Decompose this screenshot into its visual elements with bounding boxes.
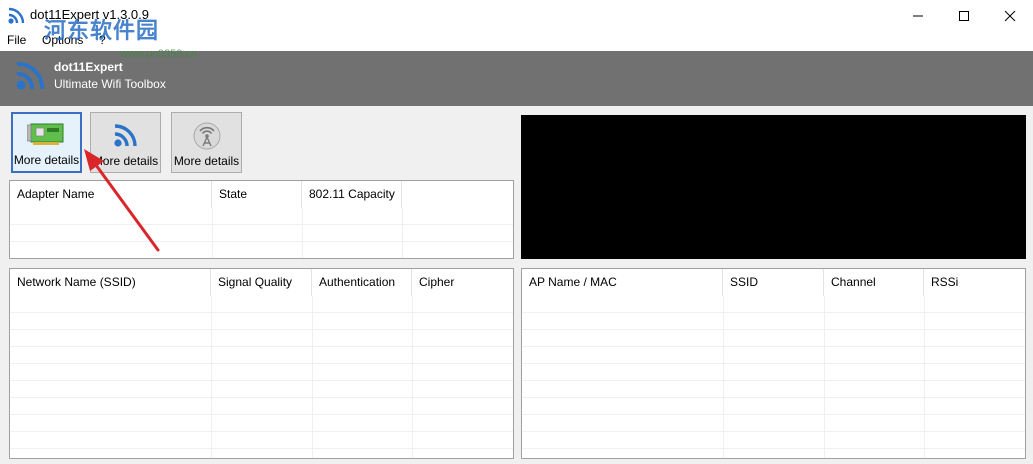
banner-wifi-icon — [16, 62, 44, 90]
adapter-rows — [10, 208, 513, 258]
ap-details-button[interactable]: More details — [171, 112, 242, 173]
adapter-details-button[interactable]: More details — [11, 112, 82, 173]
banner-title: dot11Expert — [54, 60, 123, 74]
table-row[interactable] — [10, 208, 513, 225]
table-row[interactable] — [10, 381, 513, 398]
tool-label: More details — [13, 153, 80, 167]
network-table[interactable]: Network Name (SSID) Signal Quality Authe… — [9, 268, 514, 459]
table-row[interactable] — [10, 242, 513, 258]
table-row[interactable] — [10, 225, 513, 242]
minimize-button[interactable] — [895, 0, 941, 31]
maximize-icon — [959, 10, 969, 21]
table-row[interactable] — [10, 398, 513, 415]
maximize-button[interactable] — [941, 0, 987, 31]
column-header-empty[interactable] — [402, 181, 513, 208]
ap-rows — [522, 296, 1025, 458]
table-row[interactable] — [10, 364, 513, 381]
table-row[interactable] — [10, 415, 513, 432]
watermark-url: www.pc0359.cn — [120, 48, 198, 60]
tool-label: More details — [173, 154, 240, 168]
column-header-state[interactable]: State — [212, 181, 302, 208]
column-header-authentication[interactable]: Authentication — [312, 269, 412, 296]
table-row[interactable] — [10, 296, 513, 313]
table-row[interactable] — [10, 347, 513, 364]
menu-file[interactable]: File — [7, 33, 26, 47]
table-header: Adapter Name State 802.11 Capacity — [10, 181, 513, 208]
close-button[interactable] — [987, 0, 1033, 31]
table-row[interactable] — [522, 449, 1025, 458]
table-row[interactable] — [10, 449, 513, 458]
column-header-rssi[interactable]: RSSi — [924, 269, 1025, 296]
table-row[interactable] — [522, 313, 1025, 330]
column-header-channel[interactable]: Channel — [824, 269, 924, 296]
column-header-capacity[interactable]: 802.11 Capacity — [302, 181, 402, 208]
table-row[interactable] — [522, 296, 1025, 313]
table-row[interactable] — [10, 313, 513, 330]
close-icon — [1004, 10, 1016, 21]
table-row[interactable] — [522, 398, 1025, 415]
access-point-icon — [193, 122, 220, 150]
column-header-adapter-name[interactable]: Adapter Name — [10, 181, 212, 208]
column-header-signal-quality[interactable]: Signal Quality — [211, 269, 312, 296]
adapter-table[interactable]: Adapter Name State 802.11 Capacity — [9, 180, 514, 259]
table-row[interactable] — [522, 330, 1025, 347]
table-row[interactable] — [522, 347, 1025, 364]
table-row[interactable] — [10, 330, 513, 347]
column-header-cipher[interactable]: Cipher — [412, 269, 513, 296]
table-row[interactable] — [522, 364, 1025, 381]
ap-table[interactable]: AP Name / MAC SSID Channel RSSi — [521, 268, 1026, 459]
tool-label: More details — [92, 154, 159, 168]
app-wifi-icon — [8, 7, 25, 24]
column-header-ap-name[interactable]: AP Name / MAC — [522, 269, 723, 296]
network-details-button[interactable]: More details — [90, 112, 161, 173]
table-header: Network Name (SSID) Signal Quality Authe… — [10, 269, 513, 296]
table-header: AP Name / MAC SSID Channel RSSi — [522, 269, 1025, 296]
column-header-ssid[interactable]: Network Name (SSID) — [10, 269, 211, 296]
watermark-text: 河东软件园 — [44, 19, 160, 44]
signal-graph-panel — [521, 115, 1026, 259]
minimize-icon — [913, 15, 923, 16]
column-header-ssid[interactable]: SSID — [723, 269, 824, 296]
network-card-icon — [26, 123, 63, 145]
table-row[interactable] — [522, 432, 1025, 449]
table-row[interactable] — [10, 432, 513, 449]
table-row[interactable] — [522, 415, 1025, 432]
table-row[interactable] — [522, 381, 1025, 398]
wifi-icon — [113, 124, 137, 147]
banner-subtitle: Ultimate Wifi Toolbox — [54, 77, 166, 91]
network-rows — [10, 296, 513, 458]
